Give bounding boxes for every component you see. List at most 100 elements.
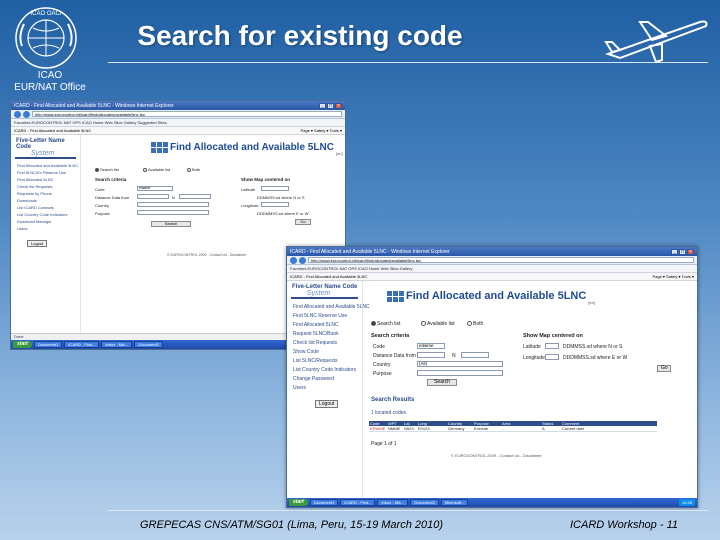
taskbar-item[interactable]: Document1	[309, 499, 339, 506]
sidebar-item[interactable]: List Country Code Indicators	[11, 211, 80, 218]
taskbar-item[interactable]: Microsoft...	[440, 499, 469, 506]
sidebar-item[interactable]: Find 5LNC Reserve Use	[287, 311, 362, 320]
longitude-input[interactable]	[261, 202, 289, 207]
go-button[interactable]: Go	[657, 365, 671, 372]
distance-input[interactable]	[137, 194, 169, 199]
icao-logo: ICAO OACI	[15, 7, 77, 69]
taskbar-item[interactable]: Document2	[134, 341, 163, 348]
back-icon[interactable]	[14, 110, 21, 118]
forward-icon[interactable]	[23, 110, 30, 118]
sidebar-item[interactable]: Find 5LNC/Ex Reserve Use	[11, 169, 80, 176]
radio-search-list[interactable]: Search list	[95, 167, 119, 172]
sidebar-item[interactable]: List ICARD Contacts	[11, 204, 80, 211]
favorites-bar[interactable]: Favorites EUROCONTROL NAT OPS ICAO Home …	[287, 265, 697, 273]
radio-icon	[421, 321, 426, 327]
maximize-button[interactable]: □	[327, 102, 334, 109]
search-button[interactable]: Search	[151, 221, 191, 227]
radio-both[interactable]: Both	[187, 167, 200, 172]
taskbar-item[interactable]: Document1	[33, 341, 63, 348]
latitude-input[interactable]	[545, 343, 559, 349]
radio-available-list[interactable]: Available list	[143, 167, 170, 172]
table-row[interactable]: EDWME NMME N523 E0123 Germany Enroute - …	[369, 426, 657, 432]
results-heading: Search Results	[371, 397, 415, 403]
start-button[interactable]: start	[289, 499, 308, 506]
table-cell: Current user	[562, 426, 585, 431]
logout-button[interactable]: Logout	[315, 400, 339, 408]
sidebar-item[interactable]: Find Allocated 5LNC	[287, 320, 362, 329]
command-bar[interactable]: Page ▾ Safety ▾ Tools ▾	[300, 127, 342, 134]
page-banner: Find Allocated and Available 5LNC [en]	[387, 287, 595, 305]
sidebar-item[interactable]: Request 5LNC/Book	[287, 329, 362, 338]
purpose-label: Purpose	[95, 211, 110, 216]
copyright: © EUROCONTROL 2009 - Contact Us - Discla…	[451, 453, 542, 458]
sidebar-item[interactable]: Users	[287, 383, 362, 392]
command-bar[interactable]: Page ▾ Safety ▾ Tools ▾	[652, 273, 694, 280]
sidebar-item[interactable]: Show Code	[287, 347, 362, 356]
tab-active[interactable]: ICARD - Find Allocated and Available 5LN…	[290, 273, 367, 280]
sidebar-item[interactable]: Find Allocated 5LNC	[11, 176, 80, 183]
footer-page: ICARD Workshop - 11	[570, 519, 678, 531]
favorites-bar[interactable]: Favorites EUROCONTROL NAT OPS ICAO Home …	[11, 119, 345, 127]
country-select[interactable]	[137, 202, 209, 207]
distance-value-input[interactable]	[179, 194, 211, 199]
url-field[interactable]: http://www.eurocontrol.int/icard/find/al…	[32, 111, 342, 117]
sidebar-item[interactable]: Find Allocated and Available 5LNC	[11, 162, 80, 169]
latitude-label: Latitude	[523, 344, 541, 350]
sidebar-item[interactable]: Downloads	[11, 197, 80, 204]
code-input[interactable]: edwme	[417, 343, 445, 349]
taskbar-item[interactable]: Inbox - Mic...	[101, 341, 133, 348]
maximize-button[interactable]: □	[679, 248, 686, 255]
language-link[interactable]: [en]	[336, 151, 343, 156]
code-input[interactable]: edwme	[137, 186, 173, 191]
sidebar-item[interactable]: Check list Requests	[287, 338, 362, 347]
latitude-input[interactable]	[261, 186, 289, 191]
radio-both[interactable]: Both	[467, 321, 483, 327]
sidebar-item[interactable]: Find Allocated and Available 5LNC	[287, 302, 370, 311]
table-cell: -	[502, 426, 504, 431]
browser-window-2: ICARD - Find Allocated and Available 5LN…	[286, 246, 698, 508]
table-cell: EDWME	[370, 426, 386, 431]
purpose-select[interactable]	[417, 370, 503, 376]
taskbar-item[interactable]: ICARD - Find...	[64, 341, 100, 348]
window-title: ICARD - Find Allocated and Available 5LN…	[290, 248, 450, 255]
sidebar-item[interactable]: List 5LNC/Requests	[287, 356, 362, 365]
table-cell: A	[542, 426, 545, 431]
map-heading: Show Map centered on	[241, 177, 291, 182]
minimize-button[interactable]: _	[319, 102, 326, 109]
taskbar-item[interactable]: ICARD - Find...	[340, 499, 376, 506]
sidebar: Five-Letter Name Code System Find Alloca…	[11, 135, 81, 333]
map-heading: Show Map centered on	[523, 333, 583, 339]
distance-value-input[interactable]	[461, 352, 489, 358]
sidebar-item[interactable]: List Country Code Indicators	[287, 365, 362, 374]
purpose-select[interactable]	[137, 210, 209, 215]
radio-label: Both	[473, 321, 484, 327]
country-select[interactable]: (All)	[417, 361, 503, 367]
language-link[interactable]: [en]	[588, 300, 595, 305]
forward-icon[interactable]	[299, 256, 306, 264]
longitude-input[interactable]	[545, 354, 559, 360]
start-button[interactable]: start	[13, 341, 32, 348]
distance-input[interactable]	[417, 352, 445, 358]
radio-available-list[interactable]: Available list	[421, 321, 455, 327]
sidebar-item[interactable]: Requests by Phone	[11, 190, 80, 197]
latitude-hint: DDMMSS.sd where N or S	[563, 344, 623, 350]
sidebar-item[interactable]: Download Manager	[11, 218, 80, 225]
go-button[interactable]: Go	[295, 219, 311, 225]
close-button[interactable]: ×	[335, 102, 342, 109]
longitude-hint: DDDMMSS.sd where E or W	[257, 211, 309, 216]
table-cell: Germany	[448, 426, 465, 431]
minimize-button[interactable]: _	[671, 248, 678, 255]
search-button[interactable]: Search	[427, 379, 457, 386]
sidebar-item[interactable]: Users	[11, 225, 80, 232]
sidebar-item[interactable]: Check list Requests	[11, 183, 80, 190]
taskbar-item[interactable]: Document2	[410, 499, 439, 506]
sidebar-item[interactable]: Change Password	[287, 374, 362, 383]
radio-search-list[interactable]: Search list	[371, 321, 400, 327]
back-icon[interactable]	[290, 256, 297, 264]
close-button[interactable]: ×	[687, 248, 694, 255]
url-field[interactable]: http://www.eurocontrol.int/icard/find/al…	[308, 257, 694, 263]
logout-button[interactable]: Logout	[27, 240, 48, 247]
taskbar-item[interactable]: Inbox - Mic...	[377, 499, 409, 506]
taskbar: start Document1 ICARD - Find... Inbox - …	[287, 498, 697, 507]
tab-active[interactable]: ICARD - Find Allocated and Available 5LN…	[14, 127, 91, 134]
